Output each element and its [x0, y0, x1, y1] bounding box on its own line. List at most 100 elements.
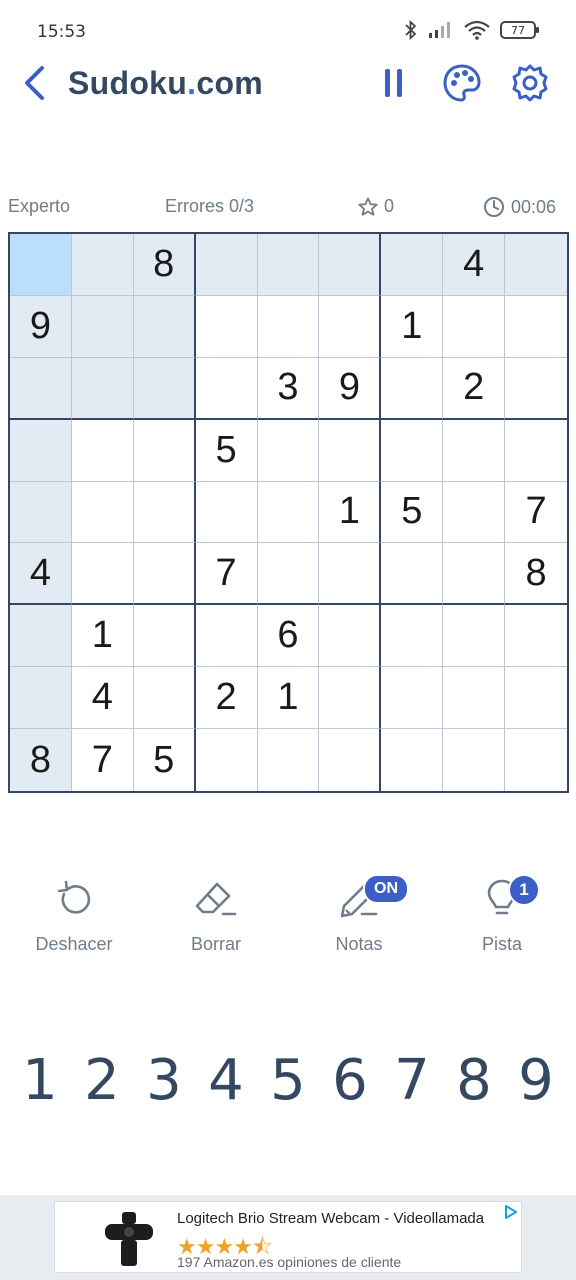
- grid-cell[interactable]: 8: [133, 234, 196, 296]
- grid-cell[interactable]: 4: [10, 543, 72, 606]
- grid-cell[interactable]: [505, 729, 567, 791]
- notes-button[interactable]: ON Notas: [299, 870, 419, 955]
- number-button-8[interactable]: 8: [444, 1048, 504, 1118]
- grid-cell[interactable]: [196, 729, 258, 791]
- erase-button[interactable]: Borrar: [156, 870, 276, 955]
- grid-cell[interactable]: [10, 234, 72, 296]
- number-button-5[interactable]: 5: [258, 1048, 318, 1118]
- number-button-7[interactable]: 7: [382, 1048, 442, 1118]
- back-button[interactable]: [18, 63, 50, 103]
- grid-cell[interactable]: [257, 543, 320, 606]
- grid-cell[interactable]: [319, 543, 382, 606]
- number-button-1[interactable]: 1: [10, 1048, 70, 1118]
- grid-cell[interactable]: [71, 481, 134, 544]
- grid-cell[interactable]: [133, 357, 196, 420]
- grid-cell[interactable]: [505, 296, 567, 358]
- grid-cell[interactable]: 8: [10, 729, 72, 791]
- settings-button[interactable]: [510, 63, 550, 103]
- number-button-3[interactable]: 3: [134, 1048, 194, 1118]
- grid-cell[interactable]: [195, 234, 258, 296]
- number-button-9[interactable]: 9: [506, 1048, 566, 1118]
- grid-cell[interactable]: [381, 543, 444, 606]
- grid-cell[interactable]: 9: [319, 357, 382, 420]
- grid-cell[interactable]: [381, 357, 444, 420]
- grid-cell[interactable]: [443, 481, 506, 544]
- grid-cell[interactable]: [319, 295, 382, 358]
- grid-cell[interactable]: 6: [257, 605, 320, 668]
- grid-cell[interactable]: 9: [10, 295, 72, 358]
- grid-cell[interactable]: [505, 234, 567, 296]
- adchoices-icon[interactable]: [503, 1204, 519, 1220]
- grid-cell[interactable]: [381, 729, 444, 791]
- grid-cell[interactable]: [381, 667, 444, 730]
- number-button-4[interactable]: 4: [196, 1048, 256, 1118]
- grid-cell[interactable]: [195, 295, 258, 358]
- grid-cell[interactable]: 1: [71, 605, 134, 668]
- grid-cell[interactable]: [381, 605, 444, 668]
- grid-cell[interactable]: [133, 605, 196, 668]
- grid-cell[interactable]: [381, 234, 444, 296]
- grid-cell[interactable]: [133, 481, 196, 544]
- grid-cell[interactable]: [257, 419, 320, 482]
- grid-cell[interactable]: 1: [319, 481, 382, 544]
- grid-cell[interactable]: 4: [71, 667, 134, 730]
- grid-cell[interactable]: [443, 419, 506, 482]
- grid-cell[interactable]: 5: [195, 419, 258, 482]
- grid-cell[interactable]: [133, 419, 196, 482]
- grid-cell[interactable]: [319, 667, 382, 730]
- grid-cell[interactable]: [257, 234, 320, 296]
- grid-cell[interactable]: [381, 419, 444, 482]
- grid-cell[interactable]: [505, 420, 567, 482]
- grid-cell[interactable]: [10, 481, 72, 544]
- grid-cell[interactable]: [195, 481, 258, 544]
- theme-button[interactable]: [442, 63, 482, 103]
- grid-cell[interactable]: [505, 358, 567, 420]
- grid-cell[interactable]: [443, 667, 506, 730]
- hint-button[interactable]: 1 Pista: [442, 870, 562, 955]
- grid-cell[interactable]: [443, 729, 506, 791]
- grid-cell[interactable]: 7: [505, 482, 567, 544]
- grid-cell[interactable]: [71, 357, 134, 420]
- grid-cell[interactable]: [133, 295, 196, 358]
- grid-cell[interactable]: 2: [443, 357, 506, 420]
- grid-cell[interactable]: 7: [195, 543, 258, 606]
- grid-cell[interactable]: [133, 667, 196, 730]
- number-button-2[interactable]: 2: [72, 1048, 132, 1118]
- grid-cell[interactable]: [505, 605, 567, 668]
- grid-cell[interactable]: [257, 481, 320, 544]
- grid-cell[interactable]: [443, 605, 506, 668]
- grid-cell[interactable]: [71, 419, 134, 482]
- grid-cell[interactable]: [71, 543, 134, 606]
- grid-cell[interactable]: [443, 295, 506, 358]
- undo-button[interactable]: Deshacer: [14, 870, 134, 955]
- grid-cell[interactable]: [195, 605, 258, 668]
- grid-cell[interactable]: [443, 543, 506, 606]
- grid-cell[interactable]: [319, 234, 382, 296]
- grid-cell[interactable]: [319, 729, 382, 791]
- grid-cell[interactable]: 4: [443, 234, 506, 296]
- grid-cell[interactable]: 1: [257, 667, 320, 730]
- grid-cell[interactable]: [71, 234, 134, 296]
- grid-cell[interactable]: [10, 605, 72, 668]
- grid-cell[interactable]: [319, 419, 382, 482]
- grid-cell[interactable]: [505, 667, 567, 730]
- grid-cell[interactable]: 2: [195, 667, 258, 730]
- grid-cell[interactable]: [195, 357, 258, 420]
- grid-cell[interactable]: [10, 419, 72, 482]
- grid-cell[interactable]: [258, 729, 320, 791]
- grid-cell[interactable]: 5: [134, 729, 196, 791]
- grid-cell[interactable]: 8: [505, 543, 567, 606]
- grid-cell[interactable]: [71, 295, 134, 358]
- grid-cell[interactable]: [10, 667, 72, 730]
- grid-cell[interactable]: 5: [381, 481, 444, 544]
- grid-cell[interactable]: [10, 357, 72, 420]
- ad-banner[interactable]: Logitech Brio Stream Webcam - Videollama…: [54, 1201, 522, 1273]
- grid-cell[interactable]: 7: [72, 729, 134, 791]
- grid-cell[interactable]: [319, 605, 382, 668]
- pause-button[interactable]: [374, 63, 414, 103]
- number-button-6[interactable]: 6: [320, 1048, 380, 1118]
- grid-cell[interactable]: [133, 543, 196, 606]
- grid-cell[interactable]: 1: [381, 295, 444, 358]
- grid-cell[interactable]: [257, 295, 320, 358]
- grid-cell[interactable]: 3: [257, 357, 320, 420]
